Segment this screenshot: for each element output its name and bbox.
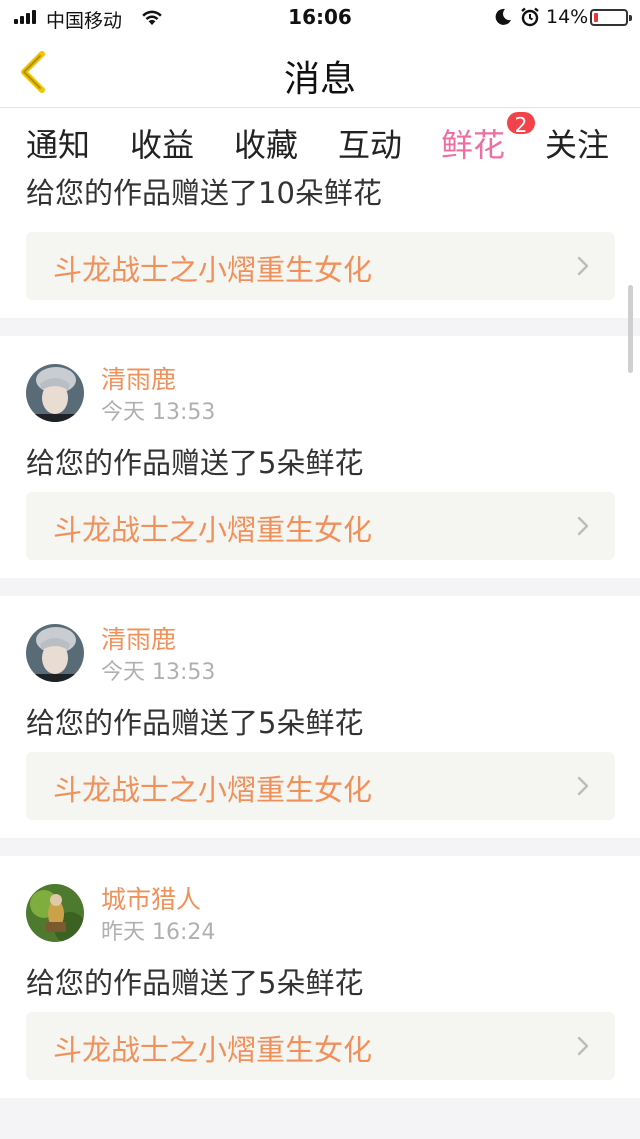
avatar[interactable]: [26, 884, 84, 942]
avatar[interactable]: [26, 364, 84, 422]
timestamp: 昨天 16:24: [101, 920, 216, 945]
tab-earnings[interactable]: 收益: [130, 120, 194, 166]
list-item: 清雨鹿 今天 13:53 给您的作品赠送了5朵鲜花 斗龙战士之小熠重生女化: [0, 336, 640, 578]
tab-notifications[interactable]: 通知: [26, 120, 90, 166]
scrollbar[interactable]: [628, 285, 633, 373]
tab-interactions[interactable]: 互动: [338, 120, 402, 166]
battery-fill: [594, 13, 598, 22]
work-link[interactable]: 斗龙战士之小熠重生女化: [26, 232, 615, 300]
list-item: 城市猎人 昨天 16:24 给您的作品赠送了5朵鲜花 斗龙战士之小熠重生女化: [0, 856, 640, 1098]
sender-name[interactable]: 清雨鹿: [101, 620, 176, 656]
chevron-right-icon: [577, 1036, 589, 1060]
work-title: 斗龙战士之小熠重生女化: [53, 773, 373, 807]
clock: 16:06: [288, 5, 352, 29]
nav-bar: 消息: [0, 34, 640, 108]
tab-label: 鲜花: [441, 126, 506, 164]
tab-label: 互动: [338, 126, 403, 164]
sender[interactable]: 清雨鹿 今天 13:53: [26, 360, 606, 425]
moon-icon: [494, 8, 512, 30]
timestamp: 今天 13:53: [101, 660, 216, 685]
work-link[interactable]: 斗龙战士之小熠重生女化: [26, 492, 615, 560]
message-list: 给您的作品赠送了10朵鲜花 斗龙战士之小熠重生女化 清雨鹿 今天 13:53 给…: [0, 170, 640, 1139]
tab-following[interactable]: 关注: [545, 120, 609, 166]
message-text: 给您的作品赠送了10朵鲜花: [26, 176, 382, 210]
message-text: 给您的作品赠送了5朵鲜花: [26, 446, 364, 480]
status-bar: 中国移动 16:06 14%: [0, 0, 640, 34]
tab-favorites[interactable]: 收藏: [234, 120, 298, 166]
tab-bar: 通知 收益 收藏 互动 鲜花 2 关注: [0, 108, 640, 174]
timestamp: 今天 13:53: [101, 400, 216, 425]
tab-label: 通知: [26, 126, 91, 164]
battery-percent: 14%: [546, 6, 589, 28]
sender[interactable]: 城市猎人 昨天 16:24: [26, 880, 606, 945]
list-item: 清雨鹿 今天 13:53 给您的作品赠送了5朵鲜花 斗龙战士之小熠重生女化: [0, 596, 640, 838]
work-title: 斗龙战士之小熠重生女化: [53, 513, 373, 547]
avatar[interactable]: [26, 624, 84, 682]
chevron-right-icon: [577, 256, 589, 280]
unread-badge: 2: [505, 110, 538, 137]
tab-flowers[interactable]: 鲜花 2: [441, 110, 538, 174]
tab-label: 关注: [545, 126, 610, 164]
work-title: 斗龙战士之小熠重生女化: [53, 1033, 373, 1067]
work-link[interactable]: 斗龙战士之小熠重生女化: [26, 752, 615, 820]
page-title: 消息: [283, 59, 356, 100]
work-title: 斗龙战士之小熠重生女化: [53, 253, 373, 287]
alarm-icon: [520, 7, 540, 31]
sender-name[interactable]: 城市猎人: [101, 880, 201, 916]
work-link[interactable]: 斗龙战士之小熠重生女化: [26, 1012, 615, 1080]
tab-label: 收益: [130, 126, 195, 164]
battery-icon: [590, 9, 632, 26]
chevron-right-icon: [577, 776, 589, 800]
message-text: 给您的作品赠送了5朵鲜花: [26, 966, 364, 1000]
sender[interactable]: 清雨鹿 今天 13:53: [26, 620, 606, 685]
tab-label: 收藏: [234, 126, 299, 164]
sender-name[interactable]: 清雨鹿: [101, 360, 176, 396]
message-text: 给您的作品赠送了5朵鲜花: [26, 706, 364, 740]
chevron-right-icon: [577, 516, 589, 540]
list-item: 给您的作品赠送了10朵鲜花 斗龙战士之小熠重生女化: [0, 170, 640, 318]
